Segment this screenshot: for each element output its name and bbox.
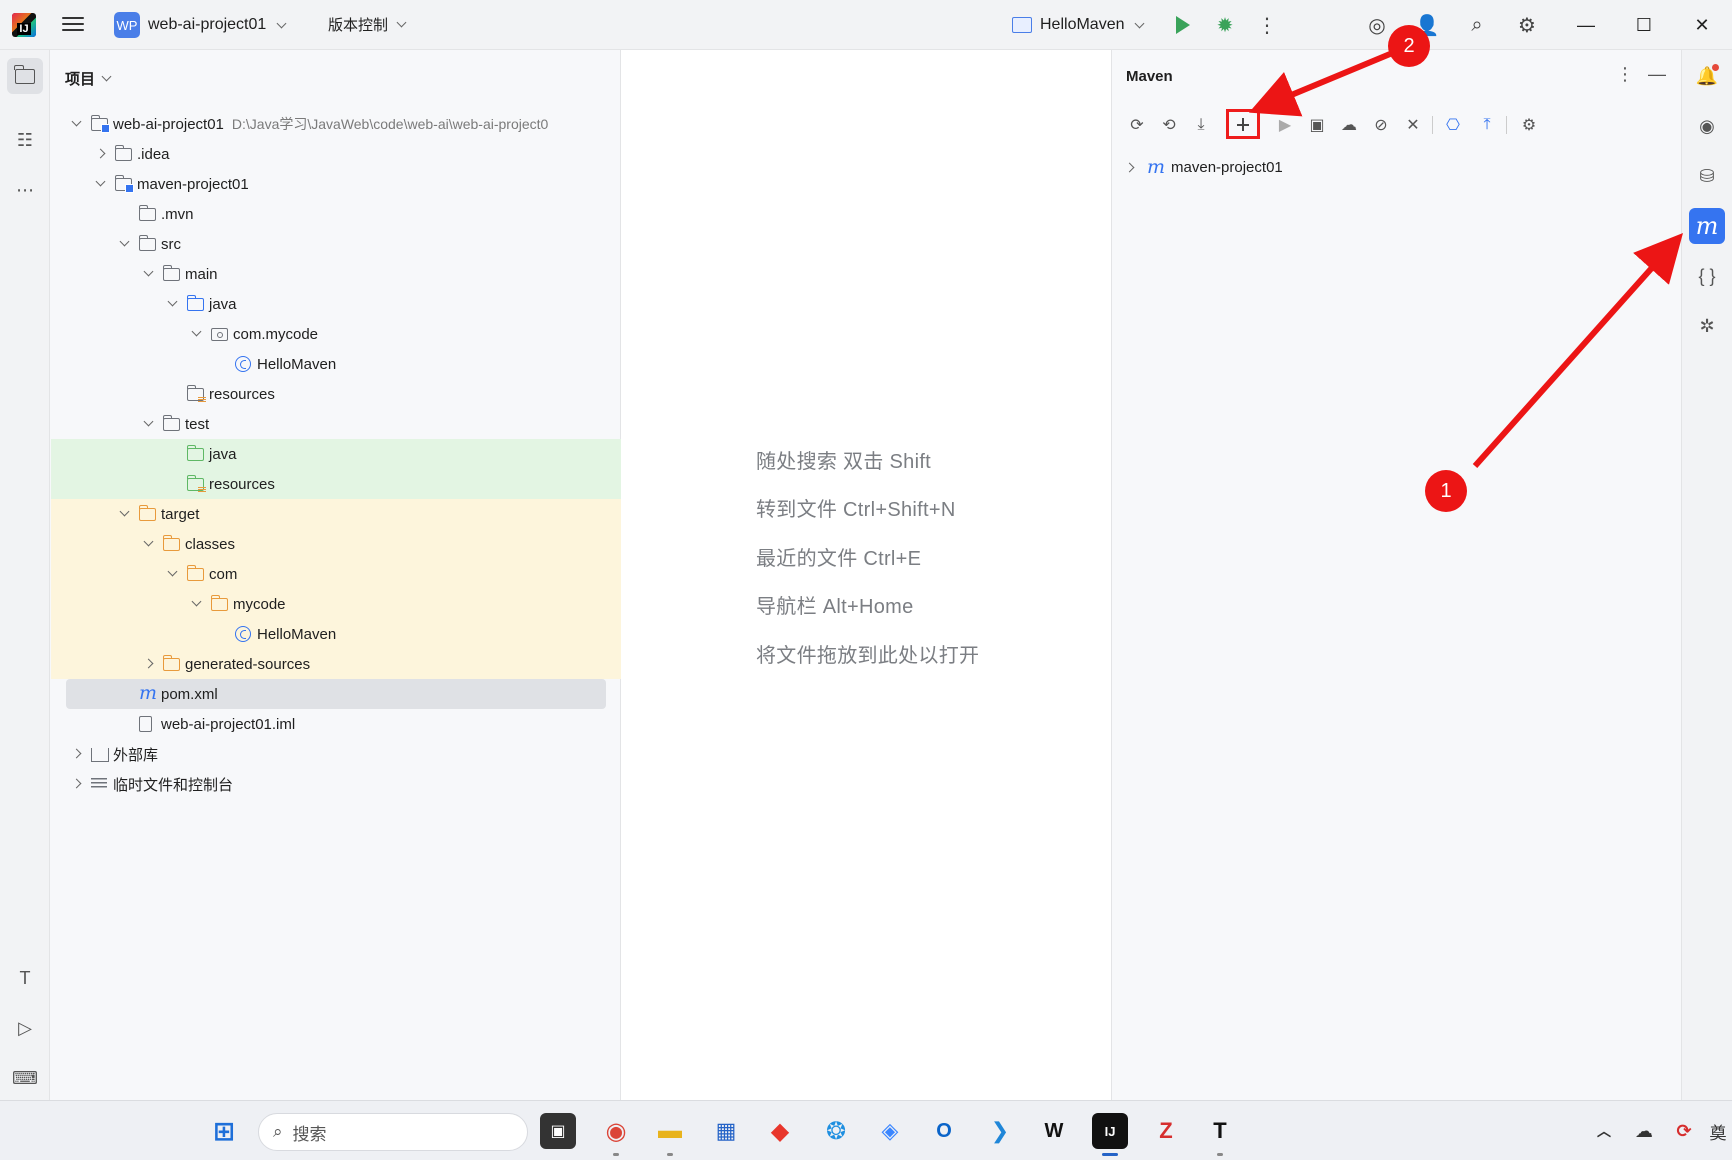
annotation-badge-1: 1 — [1425, 470, 1467, 512]
annotation-arrows — [1248, 51, 1683, 468]
arrow-to-add-button — [1248, 51, 1392, 117]
ide-window: IJ WP web-ai-project01 版本控制 HelloMaven ✹… — [0, 0, 1732, 1160]
arrow-to-maven-tool — [1472, 233, 1683, 468]
annotation-badge-2: 2 — [1388, 25, 1430, 67]
